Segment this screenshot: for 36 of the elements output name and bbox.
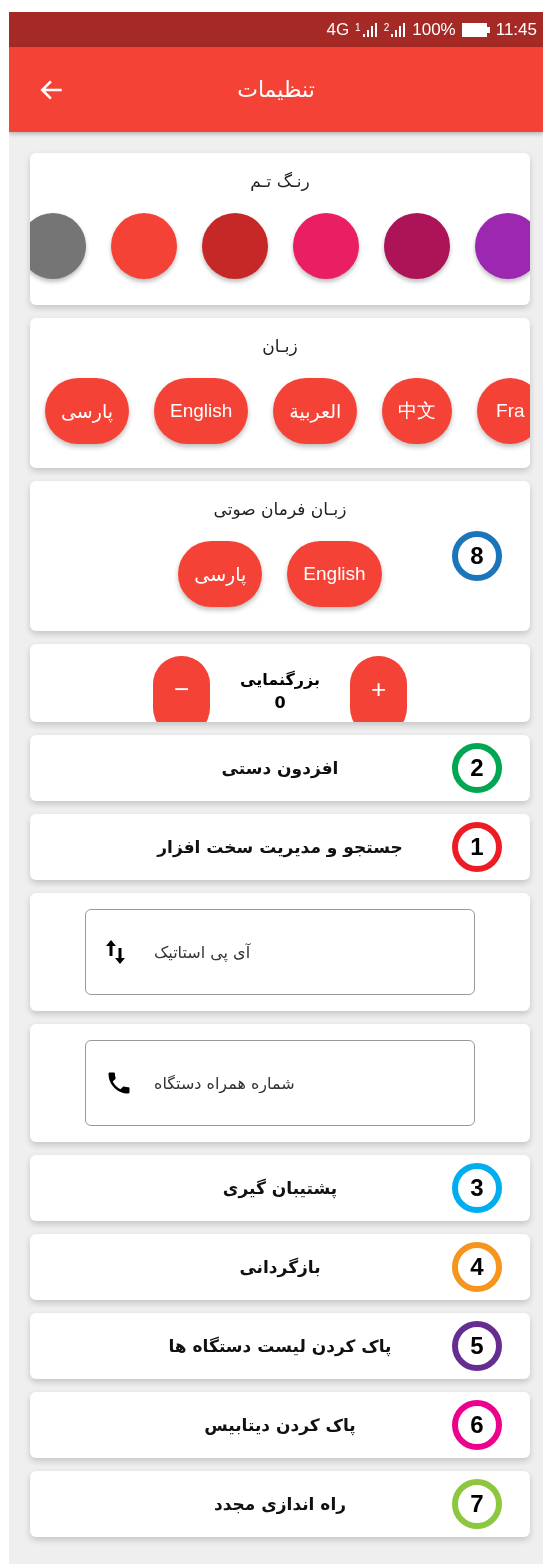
number-marker: 5: [452, 1321, 502, 1371]
zoom-value: 0: [274, 693, 286, 712]
battery-icon: [461, 22, 490, 37]
network-label: 4G: [326, 19, 350, 40]
color-swatch[interactable]: [383, 213, 450, 279]
language-button[interactable]: English: [287, 541, 382, 607]
screen-title: تنظیمات: [237, 77, 315, 102]
zoom-out-button[interactable]: −: [153, 656, 211, 722]
card-title: رنـگ تـم: [250, 171, 310, 191]
zoom-label: بزرگنمایی: [240, 670, 320, 689]
color-swatch[interactable]: [292, 213, 359, 279]
language-button[interactable]: پارسی: [178, 541, 263, 607]
color-swatch[interactable]: [201, 213, 268, 279]
color-swatch[interactable]: [474, 213, 530, 279]
color-swatch[interactable]: [110, 213, 177, 279]
card-title: زبـان فرمان صوتی: [213, 499, 347, 519]
number-marker: 7: [452, 1479, 502, 1529]
input-field[interactable]: آی پی استاتیک: [85, 909, 475, 995]
card-title: زبـان: [262, 336, 298, 356]
number-marker: 2: [452, 743, 502, 793]
language-button[interactable]: العربية: [273, 378, 358, 444]
swap-arrows-icon: [105, 938, 127, 966]
clock: 11:45: [495, 19, 537, 40]
color-swatch[interactable]: [30, 213, 86, 279]
language-button[interactable]: 中文: [382, 378, 453, 444]
number-marker: 1: [452, 822, 502, 872]
language-button[interactable]: پارسی: [45, 378, 129, 444]
language-button[interactable]: English: [154, 378, 249, 444]
number-marker: 8: [452, 531, 502, 581]
input-field[interactable]: شماره همراه دستگاه: [85, 1040, 475, 1126]
number-marker: 3: [452, 1163, 502, 1213]
zoom-in-button[interactable]: +: [349, 656, 407, 722]
language-button[interactable]: Fra: [477, 378, 530, 444]
number-marker: 6: [452, 1400, 502, 1450]
number-marker: 4: [452, 1242, 502, 1292]
battery-percent: 100%: [412, 19, 456, 40]
